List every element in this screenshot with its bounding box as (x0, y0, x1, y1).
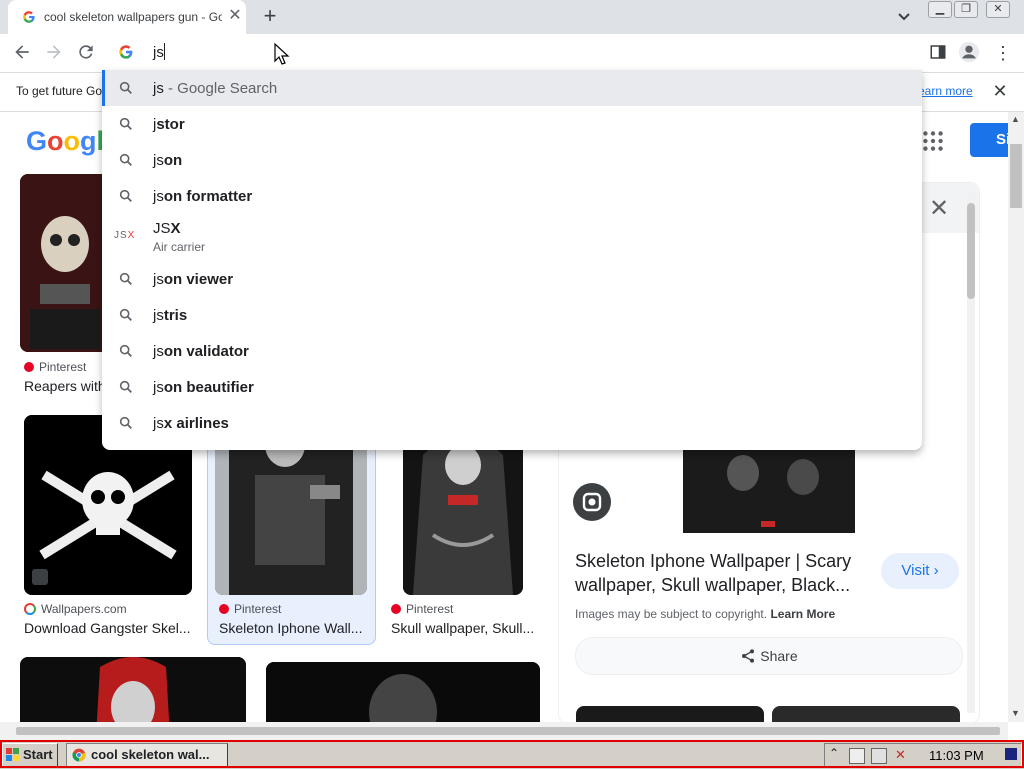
back-button[interactable] (10, 42, 34, 66)
forward-arrow-icon (47, 45, 61, 59)
page-vertical-scrollbar[interactable]: ▲ ▼ (1008, 112, 1024, 722)
share-button[interactable]: Share (575, 637, 963, 675)
browser-tab[interactable]: cool skeleton wallpapers gun - Goog ✕ (8, 0, 246, 34)
result-caption-3[interactable]: Skeleton Iphone Wall... (219, 620, 369, 636)
suggestion-item[interactable]: json beautifier (102, 369, 922, 405)
address-input-value: js (153, 44, 164, 61)
search-icon (119, 153, 132, 166)
page-scroll-thumb[interactable] (1010, 144, 1022, 208)
result-image-6[interactable] (266, 662, 540, 722)
skeleton-preview-image (683, 443, 855, 533)
pinterest-icon (24, 362, 34, 372)
panel-close-icon[interactable]: ✕ (925, 195, 953, 223)
horizontal-scroll-thumb[interactable] (16, 727, 1000, 735)
forward-button[interactable] (42, 42, 66, 66)
pinterest-icon (219, 604, 229, 614)
result-caption-4[interactable]: Skull wallpaper, Skull... (391, 620, 541, 636)
jsx-logo: JSX (114, 230, 136, 241)
google-lens-button[interactable] (573, 483, 611, 521)
suggestion-item[interactable]: json viewer (102, 261, 922, 297)
scroll-up-arrow-icon[interactable]: ▲ (1011, 114, 1020, 124)
suggestion-item-selected[interactable]: js - Google Search (102, 70, 922, 106)
google-g-icon (119, 45, 133, 59)
search-icon (119, 189, 132, 202)
info-bar-learn-more-link[interactable]: earn more (918, 84, 973, 98)
result-caption-2[interactable]: Download Gangster Skel... (24, 620, 194, 636)
result-source-2[interactable]: Wallpapers.com (24, 602, 127, 616)
apps-grid-icon[interactable] (920, 128, 946, 154)
reload-button[interactable] (74, 42, 98, 66)
suggestion-subtitle: Air carrier (153, 240, 206, 254)
result-source-4[interactable]: Pinterest (391, 602, 453, 616)
suggestion-item[interactable]: jsx airlines (102, 405, 922, 441)
search-icon (119, 380, 132, 393)
panel-title[interactable]: Skeleton Iphone Wallpaper | Scary wallpa… (575, 549, 865, 597)
lens-icon (582, 492, 602, 512)
result-image-5[interactable] (20, 657, 246, 722)
close-window-button[interactable]: ✕ (986, 1, 1010, 18)
result-source-3[interactable]: Pinterest (219, 602, 281, 616)
suggestion-item[interactable]: jstor (102, 106, 922, 142)
search-icon (119, 308, 132, 321)
reload-icon (79, 45, 93, 59)
panel-preview-image[interactable] (683, 443, 855, 533)
image-badge-icon (32, 569, 48, 585)
scroll-down-arrow-icon[interactable]: ▼ (1011, 708, 1020, 718)
suggestion-item-entity[interactable]: JSX JSX Air carrier (102, 214, 922, 258)
visit-button[interactable]: Visit › (881, 553, 959, 589)
result-image-1[interactable] (20, 174, 110, 352)
suggestion-item[interactable]: json validator (102, 333, 922, 369)
address-input[interactable]: js (153, 43, 165, 61)
search-icon (119, 81, 132, 94)
skeleton-gun-image (20, 174, 110, 352)
search-icon (119, 117, 132, 130)
sign-in-button[interactable]: Si (970, 123, 1008, 157)
tab-search-chevron-icon[interactable] (892, 6, 916, 28)
search-icon (119, 416, 132, 429)
address-bar[interactable]: js (102, 34, 922, 70)
chevron-right-icon: › (933, 562, 939, 579)
selection-indicator (102, 70, 105, 106)
info-bar-close-icon[interactable]: ✕ (990, 81, 1010, 101)
share-icon (742, 649, 755, 663)
minimize-button[interactable]: ▁ (928, 1, 952, 18)
dark-skull-image (266, 662, 540, 722)
related-image-1[interactable] (576, 706, 764, 722)
info-bar-message: To get future Go (16, 84, 103, 98)
result-source-1[interactable]: Pinterest (24, 360, 86, 374)
wallpapers-com-icon (24, 603, 36, 615)
panel-scroll-thumb[interactable] (967, 203, 975, 299)
restore-button[interactable]: ❐ (954, 1, 978, 18)
search-icon (119, 272, 132, 285)
copyright-note: Images may be subject to copyright. Lear… (575, 607, 836, 621)
copyright-learn-more-link[interactable]: Learn More (770, 607, 835, 621)
side-panel-icon[interactable] (929, 43, 947, 61)
search-icon (119, 344, 132, 357)
suggestion-item[interactable]: jstris (102, 297, 922, 333)
skull-red-hood-image (20, 657, 246, 722)
omnibox-suggestions-dropdown: js - Google Search jstor json json forma… (102, 70, 922, 450)
suggestion-item[interactable]: json (102, 142, 922, 178)
profile-avatar-icon[interactable] (958, 41, 980, 63)
google-g-icon (23, 11, 35, 23)
panel-scrollbar[interactable] (967, 193, 975, 713)
tab-strip: cool skeleton wallpapers gun - Goog ✕ + … (0, 0, 1024, 34)
result-caption-1[interactable]: Reapers with (24, 378, 104, 394)
taskbar-highlight-outline (0, 740, 1024, 768)
mouse-cursor-icon (274, 43, 290, 65)
pinterest-icon (391, 604, 401, 614)
tab-close-icon[interactable]: ✕ (226, 7, 244, 25)
related-image-2[interactable] (772, 706, 960, 722)
suggestion-item[interactable]: json formatter (102, 178, 922, 214)
back-arrow-icon (15, 45, 29, 59)
page-horizontal-scrollbar[interactable] (0, 722, 1008, 740)
tab-title: cool skeleton wallpapers gun - Goog (44, 10, 222, 24)
new-tab-button[interactable]: + (258, 5, 282, 29)
text-caret (163, 43, 165, 60)
browser-menu-icon[interactable]: ⋮ (994, 42, 1012, 64)
